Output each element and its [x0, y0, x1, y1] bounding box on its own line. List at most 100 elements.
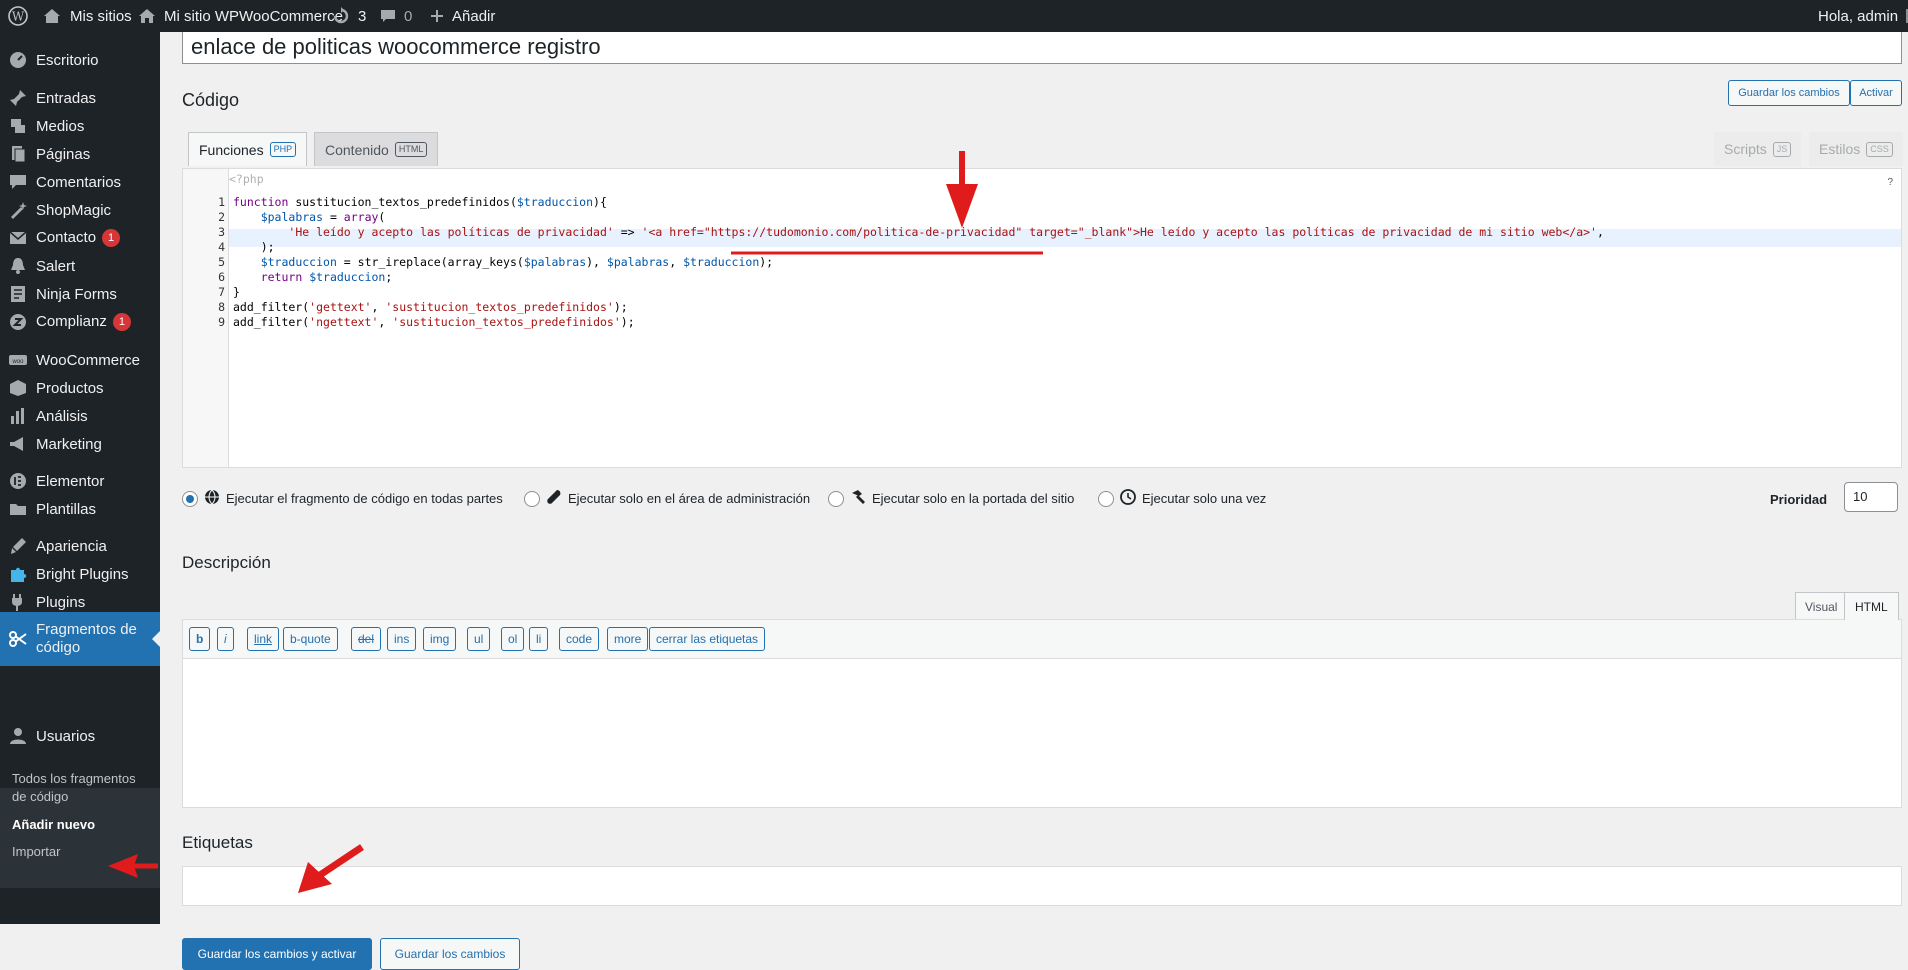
code-line: add_filter('ngettext', 'sustitucion_text… — [233, 315, 635, 329]
account-link[interactable]: Hola, admin — [1818, 0, 1908, 32]
quicktag-img[interactable]: img — [423, 627, 457, 651]
megaphone-icon — [8, 434, 28, 454]
submenu-import[interactable]: Importar — [12, 843, 152, 861]
quicktag-more[interactable]: more — [607, 627, 649, 651]
quicktag-link[interactable]: link — [247, 627, 280, 651]
code-heading: Código — [182, 90, 240, 110]
tags-input[interactable] — [182, 866, 1902, 906]
my-sites-link[interactable]: Mis sitios — [42, 0, 132, 32]
sidebar-item-label: Productos — [36, 379, 104, 397]
help-icon[interactable]: ? — [1887, 177, 1893, 188]
sidebar-item-fragmentos-de-código[interactable]: Fragmentos de código — [0, 612, 160, 666]
tab-contenido[interactable]: Contenido HTML — [314, 132, 439, 166]
priority-label: Prioridad — [1770, 492, 1828, 507]
save-and-activate-button[interactable]: Guardar los cambios y activar — [182, 938, 372, 970]
quicktag-ul[interactable]: ul — [467, 627, 491, 651]
pin-icon — [8, 88, 28, 108]
priority-input[interactable]: 10 — [1844, 482, 1898, 512]
comments-link[interactable]: 0 — [380, 0, 412, 32]
scope-option[interactable]: Ejecutar solo en el área de administraci… — [524, 489, 810, 508]
save-changes-top-button[interactable]: Guardar los cambios — [1728, 80, 1850, 106]
sidebar-item-label: Fragmentos de código — [36, 621, 137, 656]
tab-estilos-label: Estilos — [1819, 141, 1861, 157]
submenu-all-snippets[interactable]: Todos los fragmentos de código — [12, 770, 152, 806]
tab-scripts-label: Scripts — [1724, 141, 1767, 157]
tab-scripts[interactable]: Scripts JS — [1714, 132, 1802, 166]
quicktag-code[interactable]: code — [559, 627, 600, 651]
quicktag-i[interactable]: i — [217, 627, 234, 651]
radio-button[interactable] — [182, 490, 198, 507]
sidebar-item-label: Ninja Forms — [36, 285, 117, 303]
scope-option-label: Ejecutar solo en el área de administraci… — [568, 491, 811, 506]
quicktag-ol[interactable]: ol — [501, 627, 525, 651]
notification-badge: 1 — [112, 313, 131, 332]
wordpress-logo-icon[interactable]: W — [8, 0, 28, 32]
sidebar-item-usuarios[interactable]: Usuarios — [0, 720, 160, 752]
sidebar-item-label: Apariencia — [36, 537, 107, 555]
scissors-icon — [8, 629, 28, 649]
folder-icon — [8, 499, 28, 519]
radio-button[interactable] — [524, 490, 540, 507]
magic-icon — [8, 200, 28, 220]
code-line: 'He leído y acepto las políticas de priv… — [288, 225, 1604, 239]
php-tag: PHP — [269, 142, 297, 157]
code-editor[interactable]: 123456789 <?php ? function sustitucion_t… — [182, 168, 1902, 468]
sidebar-item-complianz[interactable]: Complianz 1 — [0, 306, 160, 338]
quicktag-b-quote[interactable]: b-quote — [283, 627, 338, 651]
comment-bubble-icon — [380, 8, 396, 24]
radio-button[interactable] — [1098, 490, 1114, 507]
media-icon — [8, 116, 28, 136]
tab-funciones[interactable]: Funciones PHP — [188, 132, 308, 166]
new-content-link[interactable]: Añadir — [430, 0, 495, 32]
quicktag-cerrar-las-etiquetas[interactable]: cerrar las etiquetas — [649, 627, 766, 651]
activate-button[interactable]: Activar — [1850, 80, 1902, 106]
products-icon — [8, 378, 28, 398]
description-textarea[interactable] — [183, 658, 1901, 807]
sidebar-item-label: Marketing — [36, 435, 102, 453]
admin-sidebar: Escritorio Entradas Medios Páginas Comentari… — [0, 32, 160, 924]
submenu-add-new[interactable]: Añadir nuevo — [12, 816, 152, 834]
js-tag: JS — [1772, 141, 1792, 157]
scope-option[interactable]: Ejecutar solo en la portada del sitio — [828, 489, 1074, 508]
scope-option-label: Ejecutar solo en la portada del sitio — [872, 491, 1075, 506]
complianz-icon — [8, 312, 28, 332]
plus-icon — [430, 9, 444, 23]
greeting-label: Hola, admin — [1818, 7, 1899, 25]
sidebar-item-escritorio[interactable]: Escritorio — [0, 44, 160, 76]
sidebar-item-marketing[interactable]: Marketing — [0, 428, 160, 460]
save-changes-bottom-button[interactable]: Guardar los cambios — [380, 938, 520, 970]
sidebar-item-label: Bright Plugins — [36, 565, 129, 583]
add-new-label: Añadir — [452, 7, 496, 25]
sidebar-item-plantillas[interactable]: Plantillas — [0, 493, 160, 525]
clock-icon — [1120, 489, 1136, 508]
updates-icon — [332, 7, 350, 25]
sidebar-item-label: Entradas — [36, 89, 97, 107]
main-content: enlace de politicas woocommerce registro… — [182, 32, 1903, 970]
sidebar-item-label: Plugins — [36, 593, 86, 611]
svg-text:W: W — [12, 10, 25, 24]
updates-count: 3 — [358, 7, 367, 25]
radio-button[interactable] — [828, 490, 844, 507]
home-icon — [138, 7, 156, 25]
tab-estilos[interactable]: Estilos CSS — [1809, 132, 1903, 166]
tab-visual[interactable]: Visual — [1795, 592, 1848, 620]
scope-option[interactable]: Ejecutar el fragmento de código en todas… — [182, 489, 503, 508]
quicktag-li[interactable]: li — [529, 627, 549, 651]
bell-icon — [8, 256, 28, 276]
quicktag-ins[interactable]: ins — [387, 627, 417, 651]
quicktag-b[interactable]: b — [189, 627, 211, 651]
tab-contenido-label: Contenido — [325, 141, 389, 158]
scope-option[interactable]: Ejecutar solo una vez — [1098, 489, 1266, 508]
site-name-link[interactable]: Mi sitio WPWooCommerce — [138, 0, 343, 32]
notification-badge: 1 — [102, 229, 121, 248]
code-line: return $traduccion; — [260, 270, 393, 284]
hammer-icon — [850, 489, 866, 508]
quicktag-del[interactable]: del — [351, 627, 382, 651]
woo-icon: woo — [8, 350, 28, 370]
updates-link[interactable]: 3 — [332, 0, 366, 32]
tab-html[interactable]: HTML — [1844, 592, 1899, 620]
brush-icon — [8, 536, 28, 556]
snippet-title-input[interactable]: enlace de politicas woocommerce registro — [182, 32, 1902, 64]
user-icon — [8, 726, 28, 746]
globe-icon — [204, 489, 220, 508]
